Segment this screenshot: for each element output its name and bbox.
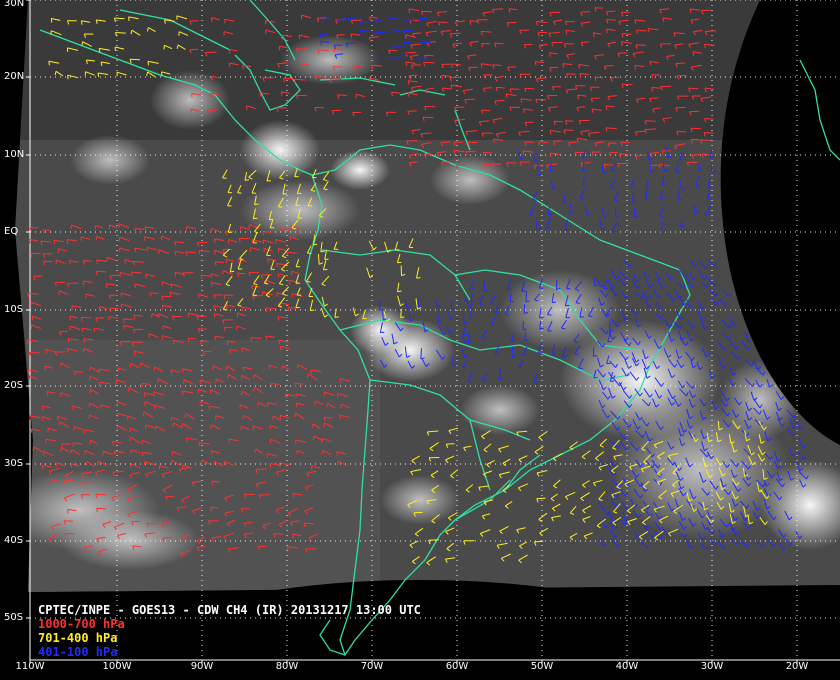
cloud-patch xyxy=(330,150,390,190)
satellite-map xyxy=(0,0,840,680)
lon-label-20w: 20W xyxy=(785,661,809,672)
cloud-patch xyxy=(150,70,230,130)
lat-label-30s: 30S xyxy=(4,458,24,469)
lat-label-10n: 10N xyxy=(4,149,25,160)
lon-label-70w: 70W xyxy=(360,661,384,672)
lat-label-20s: 20S xyxy=(4,380,24,391)
lon-label-80w: 80W xyxy=(275,661,299,672)
lat-label-30n: 30N xyxy=(4,0,25,9)
product-title: CPTEC/INPE - GOES13 - CDW CH4 (IR) 20131… xyxy=(38,603,421,617)
lat-label-10s: 10S xyxy=(4,304,24,315)
cloud-patch xyxy=(240,120,320,180)
lat-label-40s: 40S xyxy=(4,535,24,546)
lat-label-eq: EQ xyxy=(4,226,19,237)
lon-label-40w: 40W xyxy=(615,661,639,672)
lon-label-60w: 60W xyxy=(445,661,469,672)
cloud-patch xyxy=(70,135,150,185)
legend-mid-level: 701-400 hPa xyxy=(38,631,118,645)
lat-label-20n: 20N xyxy=(4,71,25,82)
lon-label-100w: 100W xyxy=(102,661,132,672)
lon-label-110w: 110W xyxy=(15,661,45,672)
cloud-patch xyxy=(380,475,460,525)
cloud-patch xyxy=(60,510,200,570)
lon-label-90w: 90W xyxy=(190,661,214,672)
legend-low-level: 1000-700 hPa xyxy=(38,617,125,631)
lon-label-50w: 50W xyxy=(530,661,554,672)
lon-label-30w: 30W xyxy=(700,661,724,672)
product-caption: CPTEC/INPE - GOES13 - CDW CH4 (IR) 20131… xyxy=(38,603,421,659)
lat-label-50s: 50S xyxy=(4,612,24,623)
legend-high-level: 401-100 hPa xyxy=(38,645,118,659)
